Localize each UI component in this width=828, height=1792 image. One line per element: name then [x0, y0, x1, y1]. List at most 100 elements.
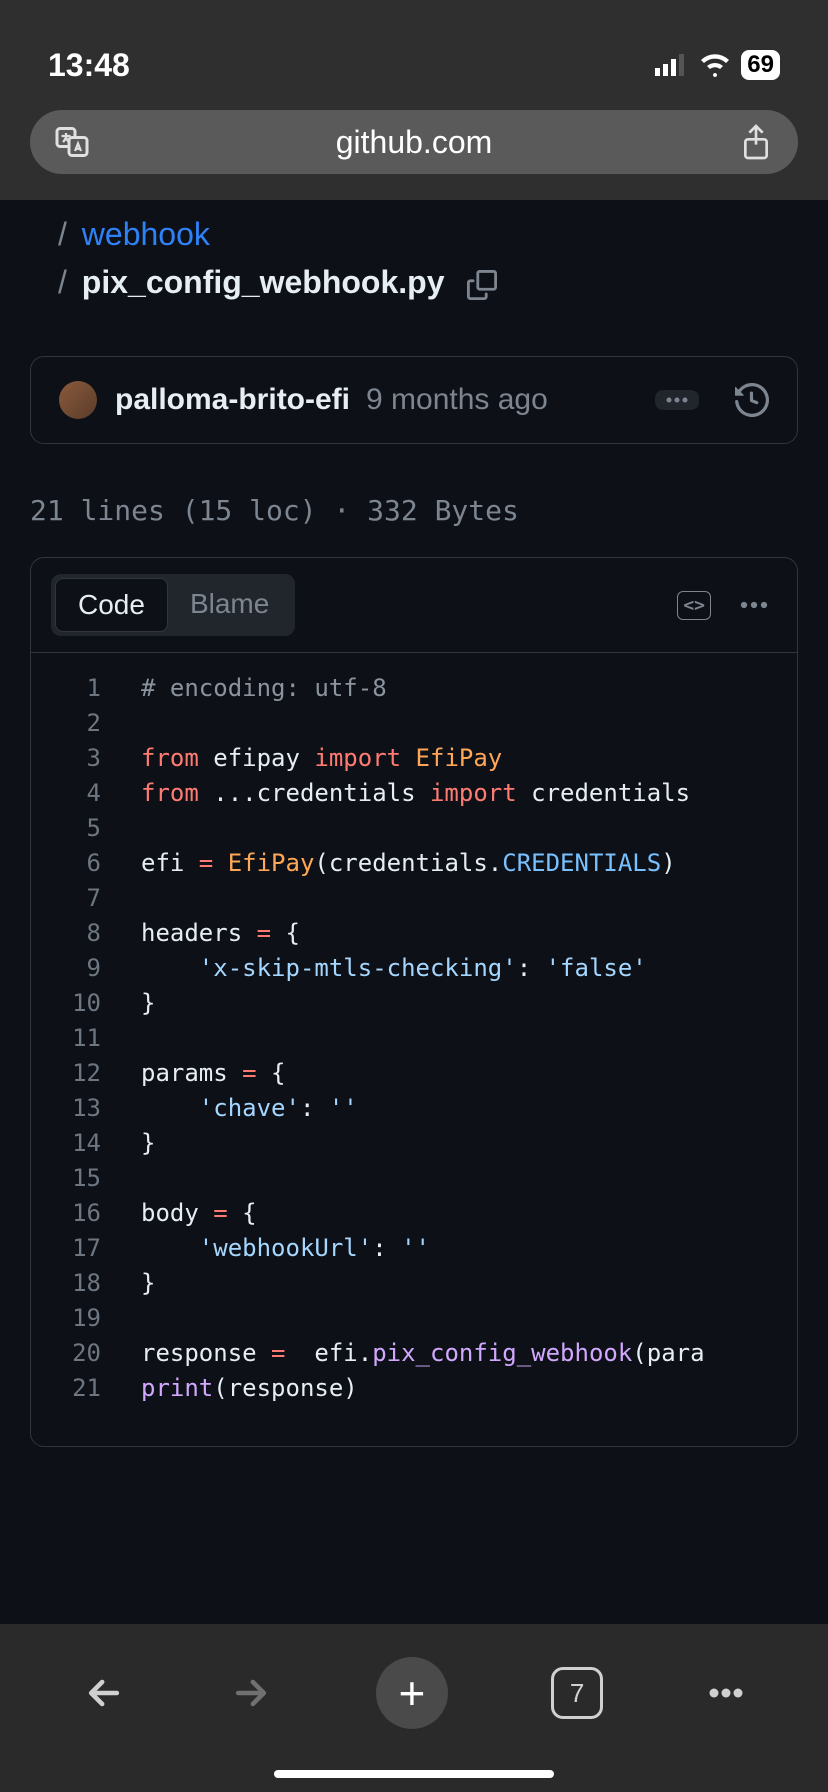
commit-author[interactable]: palloma-brito-efi [115, 383, 350, 417]
tabs-button[interactable]: 7 [551, 1667, 603, 1719]
code-line[interactable]: 12params = { [31, 1056, 797, 1091]
line-number[interactable]: 9 [31, 951, 141, 986]
home-indicator[interactable] [274, 1770, 554, 1778]
breadcrumb-current: pix_config_webhook.py [82, 264, 445, 300]
tab-group: Code Blame [51, 574, 295, 636]
line-number[interactable]: 8 [31, 916, 141, 951]
url-pill[interactable]: github.com [30, 110, 798, 174]
line-number[interactable]: 21 [31, 1371, 141, 1406]
line-content [141, 1021, 797, 1056]
tab-count: 7 [570, 1678, 584, 1709]
line-content [141, 811, 797, 846]
code-line[interactable]: 8headers = { [31, 916, 797, 951]
line-content: from efipay import EfiPay [141, 741, 797, 776]
share-icon[interactable] [738, 124, 774, 160]
line-number[interactable]: 2 [31, 706, 141, 741]
line-content: response = efi.pix_config_webhook(para [141, 1336, 797, 1371]
history-icon[interactable] [735, 383, 769, 417]
line-number[interactable]: 11 [31, 1021, 141, 1056]
code-line[interactable]: 4from ...credentials import credentials [31, 776, 797, 811]
code-line[interactable]: 20response = efi.pix_config_webhook(para [31, 1336, 797, 1371]
line-number[interactable]: 7 [31, 881, 141, 916]
code-line[interactable]: 13 'chave': '' [31, 1091, 797, 1126]
commit-more-icon[interactable] [655, 390, 699, 410]
line-content: } [141, 986, 797, 1021]
wifi-icon [699, 53, 731, 77]
code-line[interactable]: 16body = { [31, 1196, 797, 1231]
translate-icon[interactable] [54, 124, 90, 160]
forward-icon[interactable] [229, 1671, 273, 1715]
page-content: / webhook / pix_config_webhook.py pallom… [0, 200, 828, 1447]
code-line[interactable]: 9 'x-skip-mtls-checking': 'false' [31, 951, 797, 986]
tab-blame[interactable]: Blame [168, 578, 291, 632]
line-content [141, 881, 797, 916]
code-line[interactable]: 1# encoding: utf-8 [31, 671, 797, 706]
line-content [141, 1161, 797, 1196]
line-number[interactable]: 18 [31, 1266, 141, 1301]
code-line[interactable]: 21print(response) [31, 1371, 797, 1406]
latest-commit-box[interactable]: palloma-brito-efi 9 months ago [30, 356, 798, 444]
new-tab-button[interactable]: + [376, 1657, 448, 1729]
line-content [141, 1301, 797, 1336]
copy-path-icon[interactable] [467, 270, 497, 300]
line-number[interactable]: 14 [31, 1126, 141, 1161]
code-container: Code Blame <> 1# encoding: utf-823from e… [30, 557, 798, 1447]
line-content: params = { [141, 1056, 797, 1091]
breadcrumb: / webhook / pix_config_webhook.py [30, 200, 798, 316]
code-line[interactable]: 7 [31, 881, 797, 916]
line-number[interactable]: 1 [31, 671, 141, 706]
code-line[interactable]: 18} [31, 1266, 797, 1301]
status-indicators: 69 [655, 50, 780, 80]
line-content: 'chave': '' [141, 1091, 797, 1126]
code-line[interactable]: 3from efipay import EfiPay [31, 741, 797, 776]
breadcrumb-parent-link[interactable]: webhook [82, 216, 210, 252]
line-number[interactable]: 20 [31, 1336, 141, 1371]
line-content: # encoding: utf-8 [141, 671, 797, 706]
line-number[interactable]: 13 [31, 1091, 141, 1126]
line-number[interactable]: 10 [31, 986, 141, 1021]
breadcrumb-separator: / [58, 216, 67, 252]
line-number[interactable]: 3 [31, 741, 141, 776]
code-body[interactable]: 1# encoding: utf-823from efipay import E… [31, 653, 797, 1446]
line-number[interactable]: 12 [31, 1056, 141, 1091]
menu-icon[interactable] [706, 1687, 746, 1699]
line-number[interactable]: 4 [31, 776, 141, 811]
url-text: github.com [90, 124, 738, 161]
battery-level: 69 [741, 50, 780, 80]
code-line[interactable]: 11 [31, 1021, 797, 1056]
cellular-signal-icon [655, 54, 689, 76]
line-number[interactable]: 17 [31, 1231, 141, 1266]
line-number[interactable]: 6 [31, 846, 141, 881]
line-content: headers = { [141, 916, 797, 951]
status-time: 13:48 [48, 47, 130, 84]
code-line[interactable]: 10} [31, 986, 797, 1021]
back-icon[interactable] [82, 1671, 126, 1715]
symbols-icon[interactable]: <> [669, 583, 719, 628]
line-content: 'x-skip-mtls-checking': 'false' [141, 951, 797, 986]
line-number[interactable]: 15 [31, 1161, 141, 1196]
breadcrumb-separator: / [58, 264, 67, 300]
code-line[interactable]: 17 'webhookUrl': '' [31, 1231, 797, 1266]
code-line[interactable]: 6efi = EfiPay(credentials.CREDENTIALS) [31, 846, 797, 881]
status-bar: 13:48 69 [0, 0, 828, 110]
code-header: Code Blame <> [31, 558, 797, 653]
file-stats: 21 lines (15 loc) · 332 Bytes [30, 474, 798, 557]
line-content: from ...credentials import credentials [141, 776, 797, 811]
tab-code[interactable]: Code [55, 578, 168, 632]
avatar[interactable] [59, 381, 97, 419]
code-line[interactable]: 19 [31, 1301, 797, 1336]
browser-address-bar: github.com [0, 110, 828, 200]
line-content: print(response) [141, 1371, 797, 1406]
code-line[interactable]: 5 [31, 811, 797, 846]
browser-bottom-bar: + 7 [0, 1624, 828, 1792]
line-content: } [141, 1126, 797, 1161]
line-content: efi = EfiPay(credentials.CREDENTIALS) [141, 846, 797, 881]
line-number[interactable]: 16 [31, 1196, 141, 1231]
code-line[interactable]: 14} [31, 1126, 797, 1161]
line-content: } [141, 1266, 797, 1301]
line-number[interactable]: 5 [31, 811, 141, 846]
code-line[interactable]: 2 [31, 706, 797, 741]
more-options-icon[interactable] [731, 592, 777, 618]
code-line[interactable]: 15 [31, 1161, 797, 1196]
line-number[interactable]: 19 [31, 1301, 141, 1336]
